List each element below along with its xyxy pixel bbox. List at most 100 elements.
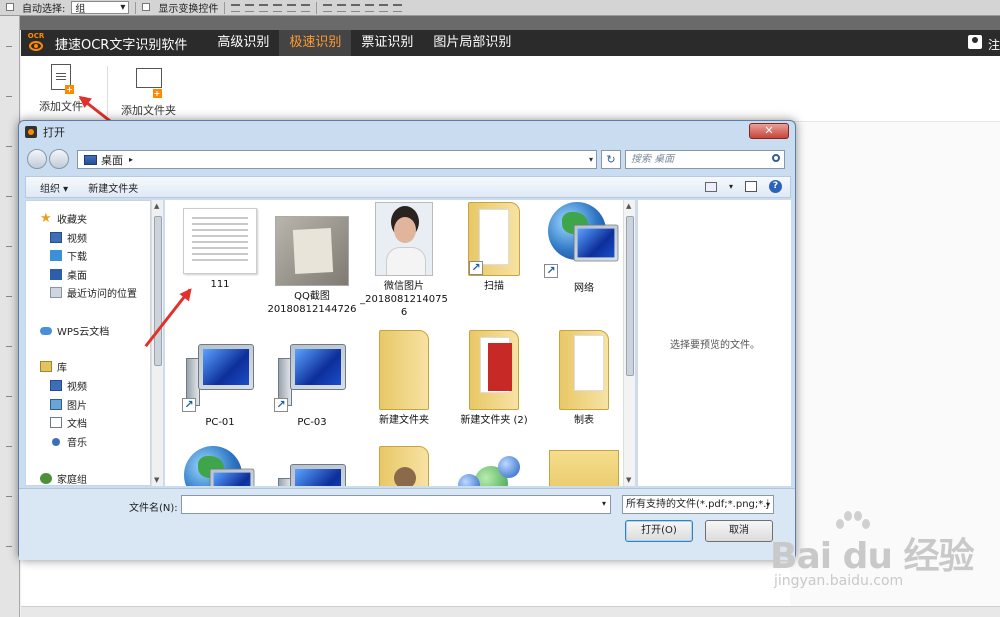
distribute-top-icon[interactable] bbox=[323, 3, 333, 12]
scroll-up-icon[interactable]: ▲ bbox=[154, 202, 159, 210]
file-item-tabulate[interactable]: 制表 bbox=[539, 330, 623, 427]
help-icon[interactable]: ? bbox=[769, 180, 782, 193]
scroll-thumb[interactable] bbox=[626, 216, 634, 376]
align-left-icon[interactable] bbox=[273, 3, 283, 12]
distribute-left-icon[interactable] bbox=[365, 3, 375, 12]
file-item-computer[interactable] bbox=[267, 460, 357, 486]
document-thumbnail bbox=[183, 208, 257, 274]
nav-scrollbar[interactable]: ▲ ▼ bbox=[151, 200, 163, 486]
user-folder-icon bbox=[379, 446, 429, 486]
view-options-icon[interactable] bbox=[704, 181, 717, 192]
document-tab-strip bbox=[0, 16, 1000, 30]
close-button[interactable]: ✕ bbox=[749, 123, 789, 139]
align-top-icon[interactable] bbox=[231, 3, 241, 12]
scroll-down-icon[interactable]: ▼ bbox=[154, 476, 159, 484]
chevron-right-icon[interactable]: ▸ bbox=[129, 155, 133, 164]
folder-open-icon bbox=[549, 450, 619, 486]
back-button[interactable] bbox=[27, 149, 47, 169]
user-icon[interactable] bbox=[968, 35, 982, 49]
chevron-down-icon[interactable]: ▾ bbox=[602, 499, 606, 508]
tab-advanced-recognition[interactable]: 高级识别 bbox=[207, 30, 279, 56]
organize-button[interactable]: 组织 ▾ bbox=[40, 180, 68, 195]
file-item-user-folder[interactable] bbox=[359, 446, 449, 486]
chevron-down-icon[interactable]: ▾ bbox=[729, 182, 733, 191]
scroll-thumb[interactable] bbox=[154, 216, 162, 366]
sidebar-item-pictures[interactable]: 图片 bbox=[50, 397, 87, 412]
file-item-open-folder[interactable] bbox=[539, 450, 623, 486]
file-item-pc-03[interactable]: ↗ PC-03 bbox=[267, 340, 357, 429]
user-label[interactable]: 注 bbox=[988, 36, 1000, 53]
sidebar-item-videos[interactable]: 视频 bbox=[50, 230, 87, 245]
sidebar-item-libraries[interactable]: 库 bbox=[40, 359, 67, 374]
open-button[interactable]: 打开(O) bbox=[625, 520, 693, 542]
search-icon[interactable] bbox=[772, 154, 780, 162]
align-middle-icon[interactable] bbox=[245, 3, 255, 12]
divider bbox=[107, 66, 108, 116]
sidebar-item-desktop[interactable]: 桌面 bbox=[50, 267, 87, 282]
sidebar-item-recent-places[interactable]: 最近访问的位置 bbox=[50, 285, 137, 300]
new-folder-button[interactable]: 新建文件夹 bbox=[88, 180, 138, 195]
filename-input[interactable]: ▾ bbox=[181, 495, 611, 514]
sidebar-item-favorites[interactable]: ★ 收藏夹 bbox=[40, 211, 87, 226]
network-icon bbox=[180, 446, 260, 486]
filetype-select[interactable]: 所有支持的文件(*.pdf;*.png;*.j ▾ bbox=[622, 495, 774, 514]
ps-options-bar: 自动选择: 组 ▾ 显示变换控件 bbox=[0, 0, 1000, 16]
chevron-down-icon[interactable]: ▾ bbox=[589, 155, 593, 164]
sidebar-item-music[interactable]: 音乐 bbox=[50, 434, 87, 449]
sidebar-item-label: 家庭组 bbox=[57, 475, 87, 486]
sidebar-item-label: 视频 bbox=[67, 382, 87, 393]
dialog-title-bar[interactable]: 打开 ✕ bbox=[19, 121, 795, 143]
align-right-icon[interactable] bbox=[301, 3, 311, 12]
auto-select-dropdown[interactable]: 组 ▾ bbox=[71, 1, 130, 15]
divider bbox=[316, 1, 318, 14]
distribute-middle-icon[interactable] bbox=[337, 3, 347, 12]
file-item-scan-folder[interactable]: ↗ 扫描 bbox=[449, 202, 539, 293]
search-input[interactable]: 搜索 桌面 bbox=[625, 150, 785, 169]
add-folder-button[interactable]: + 添加文件夹 bbox=[121, 64, 176, 118]
file-item-network[interactable]: ↗ 网络 bbox=[539, 202, 623, 295]
forward-button[interactable] bbox=[49, 149, 69, 169]
file-list-scrollbar[interactable]: ▲ ▼ bbox=[623, 200, 635, 486]
distribute-bottom-icon[interactable] bbox=[351, 3, 361, 12]
distribute-center-icon[interactable] bbox=[379, 3, 389, 12]
cancel-button[interactable]: 取消 bbox=[705, 520, 773, 542]
sidebar-item-homegroup[interactable]: 家庭组 bbox=[40, 471, 87, 486]
preview-pane: 选择要预览的文件。 bbox=[637, 200, 791, 486]
address-text[interactable]: 桌面 bbox=[101, 152, 123, 168]
video-icon bbox=[50, 232, 62, 243]
star-icon: ★ bbox=[40, 211, 52, 226]
file-item-pc-01[interactable]: ↗ PC-01 bbox=[175, 340, 265, 429]
file-item-globe[interactable] bbox=[175, 446, 265, 486]
shortcut-arrow-icon: ↗ bbox=[182, 398, 196, 412]
sidebar-item-downloads[interactable]: 下载 bbox=[50, 248, 87, 263]
tab-fast-recognition[interactable]: 极速识别 bbox=[279, 30, 352, 56]
refresh-button[interactable]: ↻ bbox=[601, 150, 621, 169]
file-item-balls[interactable] bbox=[449, 450, 539, 486]
distribute-icons[interactable] bbox=[323, 3, 403, 12]
desktop-icon bbox=[50, 269, 62, 280]
align-icons[interactable] bbox=[231, 3, 311, 12]
scroll-down-icon[interactable]: ▼ bbox=[626, 476, 631, 484]
address-bar[interactable]: 桌面 ▸ ▾ bbox=[77, 150, 597, 169]
file-item-wechat-image[interactable]: 微信图片 _20180812140756 bbox=[359, 202, 449, 319]
file-item-new-folder-2[interactable]: 新建文件夹 (2) bbox=[449, 330, 539, 427]
tab-partial-image-recognition[interactable]: 图片局部识别 bbox=[423, 30, 521, 56]
tab-receipt-recognition[interactable]: 票证识别 bbox=[351, 30, 423, 56]
align-bottom-icon[interactable] bbox=[259, 3, 269, 12]
app-title: 捷速OCR文字识别软件 bbox=[55, 37, 188, 53]
file-item-qq-screenshot[interactable]: QQ截图 20180812144726 bbox=[267, 216, 357, 316]
auto-select-checkbox[interactable] bbox=[6, 2, 16, 13]
distribute-right-icon[interactable] bbox=[393, 3, 403, 12]
show-transform-checkbox[interactable] bbox=[142, 2, 152, 13]
preview-pane-icon[interactable] bbox=[745, 181, 757, 192]
scroll-up-icon[interactable]: ▲ bbox=[626, 202, 631, 210]
add-file-button[interactable]: + 添加文件 bbox=[39, 64, 83, 114]
sidebar-item-documents[interactable]: 文档 bbox=[50, 415, 87, 430]
document-icon bbox=[50, 417, 62, 428]
file-item-new-folder[interactable]: 新建文件夹 bbox=[359, 330, 449, 427]
sidebar-item-library-videos[interactable]: 视频 bbox=[50, 378, 87, 393]
sidebar-item-wps-cloud[interactable]: WPS云文档 bbox=[40, 323, 109, 338]
align-center-icon[interactable] bbox=[287, 3, 297, 12]
file-item-111[interactable]: 111 bbox=[175, 208, 265, 291]
folder-icon bbox=[469, 330, 519, 410]
